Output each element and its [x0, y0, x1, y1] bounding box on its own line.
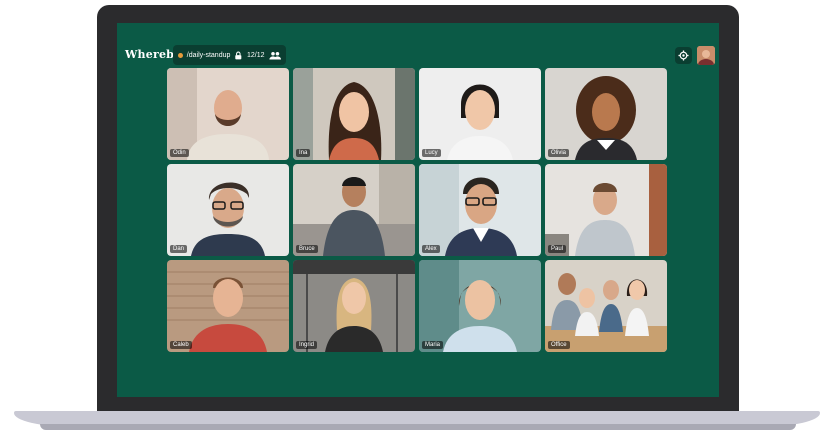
- participant-name: Dan: [170, 245, 188, 253]
- video-tile[interactable]: Office: [545, 260, 667, 352]
- settings-button[interactable]: [675, 47, 692, 64]
- video-tile[interactable]: Maria: [419, 260, 541, 352]
- video-tile[interactable]: Ina: [293, 68, 415, 160]
- participant-video: [545, 164, 667, 256]
- app-screen: Whereby /daily-standup 12/12 Odin Ina Lu…: [117, 23, 719, 397]
- people-icon: [268, 51, 281, 60]
- participant-video: [167, 68, 289, 160]
- video-tile[interactable]: Dan: [167, 164, 289, 256]
- participant-video: [545, 260, 667, 352]
- participant-video: [419, 260, 541, 352]
- video-tile[interactable]: Lucy: [419, 68, 541, 160]
- participant-name: Ingrid: [296, 341, 318, 349]
- participant-name: Maria: [422, 341, 444, 349]
- participant-name: Caleb: [170, 341, 192, 349]
- video-grid: Odin Ina Lucy Olivia Dan Bruce Alex Paul…: [167, 68, 667, 352]
- status-dot: [178, 52, 183, 58]
- laptop-base-shadow: [40, 424, 796, 430]
- gear-icon: [678, 50, 689, 61]
- video-tile[interactable]: Olivia: [545, 68, 667, 160]
- participant-video: [419, 68, 541, 160]
- video-tile[interactable]: Odin: [167, 68, 289, 160]
- participant-video: [167, 164, 289, 256]
- participant-video: [293, 260, 415, 352]
- participant-name: Paul: [548, 245, 567, 253]
- participant-video: [545, 68, 667, 160]
- participant-count: 12/12: [247, 51, 265, 59]
- lock-icon: [235, 51, 242, 59]
- participant-name: Alex: [422, 245, 440, 253]
- participant-video: [293, 68, 415, 160]
- video-tile[interactable]: Bruce: [293, 164, 415, 256]
- participant-video: [167, 260, 289, 352]
- participant-name: Office: [548, 341, 570, 349]
- video-tile[interactable]: Paul: [545, 164, 667, 256]
- participant-name: Ina: [296, 149, 311, 157]
- participant-name: Odin: [170, 149, 189, 157]
- participant-video: [293, 164, 415, 256]
- room-info-pill[interactable]: /daily-standup 12/12: [173, 45, 286, 65]
- participant-name: Olivia: [548, 149, 570, 157]
- self-avatar[interactable]: [697, 46, 715, 65]
- video-tile[interactable]: Caleb: [167, 260, 289, 352]
- participant-name: Bruce: [296, 245, 318, 253]
- room-name: /daily-standup: [186, 51, 231, 59]
- video-tile[interactable]: Alex: [419, 164, 541, 256]
- participant-video: [419, 164, 541, 256]
- participant-name: Lucy: [422, 149, 441, 157]
- video-tile[interactable]: Ingrid: [293, 260, 415, 352]
